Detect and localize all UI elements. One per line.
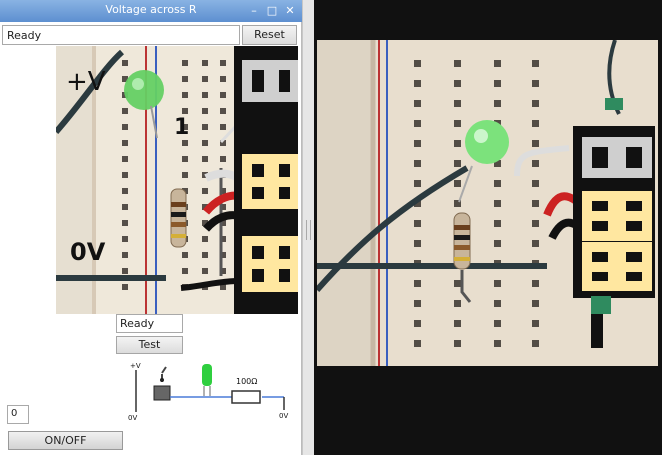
onoff-button[interactable]: ON/OFF bbox=[8, 431, 123, 450]
mini-status-field[interactable]: Ready bbox=[116, 314, 183, 333]
close-icon[interactable]: ✕ bbox=[284, 3, 296, 18]
minimize-icon[interactable]: – bbox=[248, 3, 260, 18]
breadboard-image-right bbox=[317, 40, 658, 366]
annotation-zero-v: 0V bbox=[70, 238, 106, 266]
screen-root: Voltage across R – □ ✕ Ready Reset +V 1 … bbox=[0, 0, 662, 455]
circuit-svg: +V 0V 100Ω 0V bbox=[128, 362, 288, 422]
annotation-one: 1 bbox=[174, 115, 189, 140]
circuit-plus-v: +V bbox=[130, 362, 141, 370]
status-field[interactable]: Ready bbox=[2, 25, 240, 45]
window-splitter[interactable] bbox=[302, 0, 314, 455]
annotation-plus-v: +V bbox=[66, 67, 106, 97]
circuit-diagram: +V 0V 100Ω 0V bbox=[128, 356, 298, 424]
test-button[interactable]: Test bbox=[116, 336, 183, 354]
window-controls: – □ ✕ bbox=[248, 3, 296, 18]
breadboard-image-left: +V 1 0V bbox=[56, 46, 298, 314]
voltage-app-window: Voltage across R – □ ✕ Ready Reset +V 1 … bbox=[0, 0, 302, 455]
counter-field[interactable]: 0 bbox=[7, 405, 29, 424]
resistor-label: 100Ω bbox=[236, 377, 257, 386]
circuit-zero-v-right: 0V bbox=[279, 412, 288, 420]
window-titlebar[interactable]: Voltage across R – □ ✕ bbox=[0, 0, 302, 22]
splitter-grip-icon[interactable] bbox=[306, 220, 311, 240]
camera-view-right bbox=[317, 40, 658, 366]
maximize-icon[interactable]: □ bbox=[266, 3, 278, 18]
camera-view-left: +V 1 0V bbox=[56, 46, 298, 314]
reset-button[interactable]: Reset bbox=[242, 25, 297, 45]
window-title: Voltage across R bbox=[105, 3, 197, 16]
circuit-zero-v-left: 0V bbox=[128, 414, 137, 422]
